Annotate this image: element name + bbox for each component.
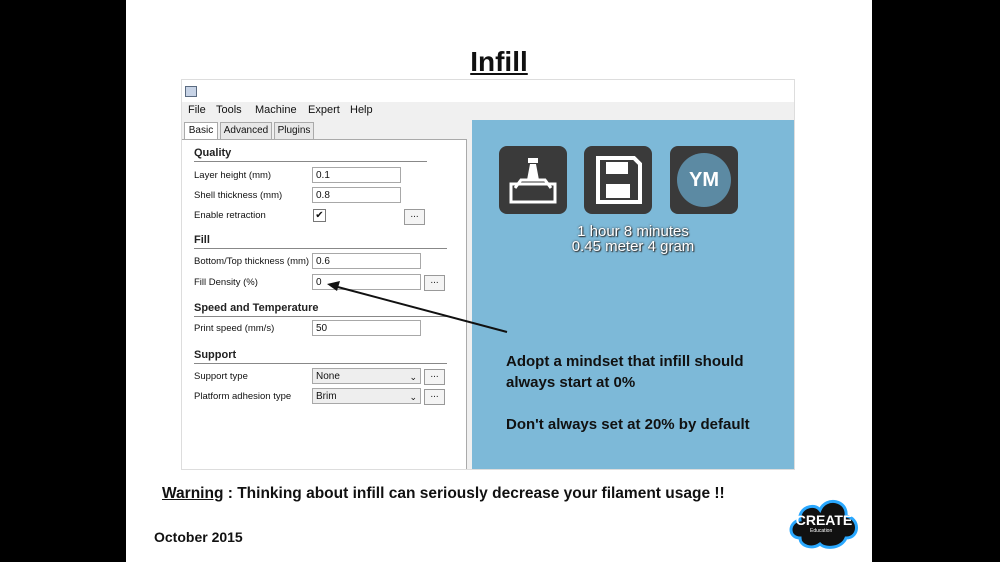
slide-date: October 2015 [154, 529, 243, 545]
warning-text: Warning : Thinking about infill can seri… [162, 485, 725, 503]
logo-text: CREATE [795, 512, 853, 528]
annotation-arrow [327, 281, 508, 333]
cura-window: File Tools Machine Expert Help Basic Adv… [181, 79, 795, 470]
slide-title: Infill [470, 46, 528, 77]
create-education-logo: CREATE Education [786, 488, 862, 552]
warning-label: Warning [162, 485, 224, 502]
warning-message: : Thinking about infill can seriously de… [223, 485, 725, 502]
logo-subtext: Education [810, 528, 833, 534]
slide: Infill File Tools Machine Expert Help Ba… [126, 0, 872, 562]
